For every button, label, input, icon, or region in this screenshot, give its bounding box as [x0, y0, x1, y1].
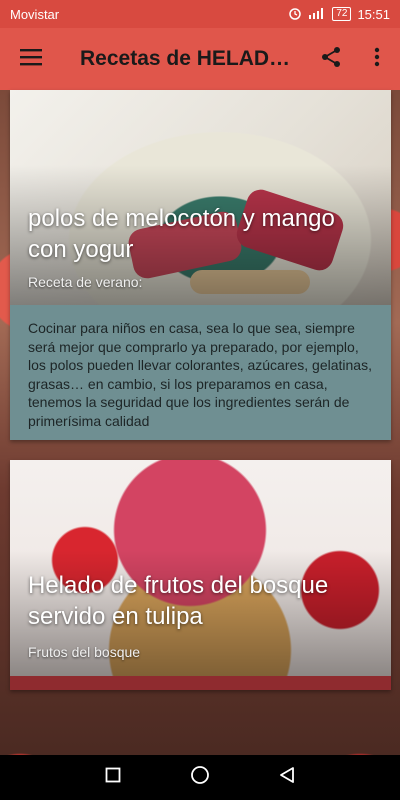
share-button[interactable]	[308, 28, 354, 90]
share-icon	[320, 46, 342, 73]
app-title: Recetas de HELAD…	[80, 47, 291, 70]
back-button[interactable]	[267, 758, 307, 798]
status-bar: Movistar 72 15:51	[0, 0, 400, 28]
recipe-card[interactable]: polos de melocotón y mango con yogur Rec…	[10, 90, 391, 440]
menu-icon	[20, 48, 42, 71]
recipe-title: polos de melocotón y mango con yogur	[28, 205, 335, 263]
carrier-label: Movistar	[10, 6, 60, 22]
more-options-button[interactable]	[354, 28, 400, 90]
recipe-subtitle: Receta de verano:	[28, 274, 143, 290]
signal-icon	[308, 7, 326, 22]
home-button[interactable]	[180, 758, 220, 798]
clock: 15:51	[357, 6, 390, 22]
recipe-subtitle: Frutos del bosque	[28, 644, 141, 660]
recipe-image: Helado de frutos del bosque servido en t…	[10, 460, 391, 690]
recent-apps-button[interactable]	[93, 758, 133, 798]
recipe-title: Helado de frutos del bosque servido en t…	[28, 572, 329, 630]
navigation-bar	[0, 755, 400, 800]
alarm-icon	[288, 6, 302, 23]
recent-apps-icon	[105, 767, 121, 788]
recipe-description: Cocinar para niños en casa, sea lo que s…	[10, 305, 391, 440]
back-icon	[278, 766, 296, 789]
app-bar: Recetas de HELAD…	[0, 28, 400, 90]
recipe-card[interactable]: Helado de frutos del bosque servido en t…	[10, 460, 391, 690]
menu-button[interactable]	[0, 28, 62, 90]
card-footer-strip	[10, 676, 391, 690]
more-vert-icon	[374, 47, 380, 72]
home-icon	[190, 765, 210, 790]
status-icons: 72 15:51	[288, 6, 390, 23]
battery-icon: 72	[332, 7, 352, 21]
recipe-image: polos de melocotón y mango con yogur Rec…	[10, 90, 391, 305]
